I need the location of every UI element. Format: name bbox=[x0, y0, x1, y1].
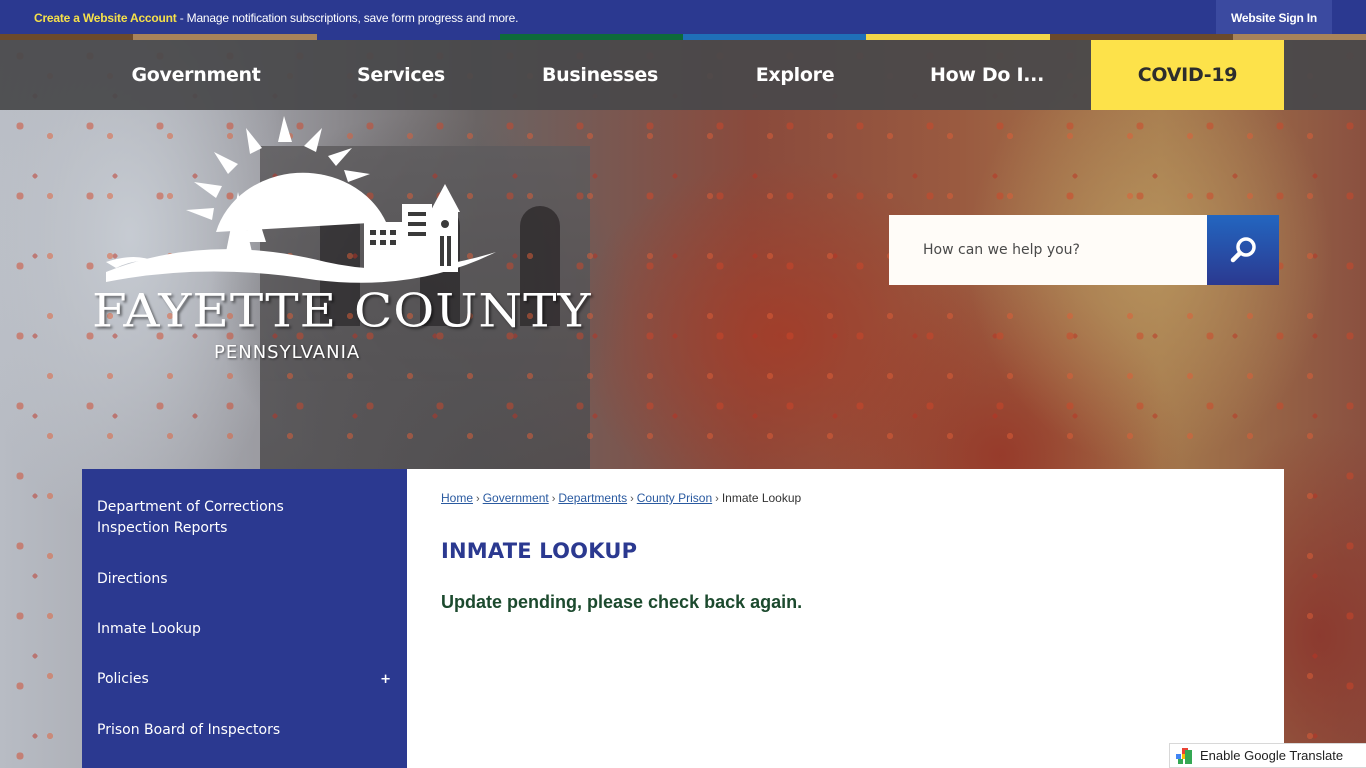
sidebar-item-inmate-lookup[interactable]: Inmate Lookup bbox=[97, 619, 397, 640]
account-message-text: - Manage notification subscriptions, sav… bbox=[176, 11, 519, 25]
website-sign-in-button[interactable]: Website Sign In bbox=[1216, 0, 1332, 36]
google-translate-button[interactable]: Enable Google Translate bbox=[1169, 743, 1366, 768]
nav-government[interactable]: Government bbox=[106, 40, 286, 110]
logo-emblem-icon bbox=[106, 116, 496, 283]
sidebar-item-policies[interactable]: Policies bbox=[97, 669, 397, 690]
logo-county-name: FAYETTE COUNTY bbox=[92, 284, 592, 338]
translate-label: Enable Google Translate bbox=[1200, 748, 1344, 763]
page-title: INMATE LOOKUP bbox=[441, 539, 638, 563]
nav-services[interactable]: Services bbox=[311, 40, 491, 110]
main-navigation: Government Services Businesses Explore H… bbox=[0, 40, 1366, 110]
breadcrumb-county-prison[interactable]: County Prison bbox=[637, 491, 712, 505]
site-search bbox=[889, 215, 1279, 285]
logo-state-name: PENNSYLVANIA bbox=[214, 342, 361, 363]
breadcrumb-home[interactable]: Home bbox=[441, 491, 473, 505]
breadcrumb-separator: › bbox=[476, 493, 480, 505]
sidebar-navigation: Department of Corrections Inspection Rep… bbox=[82, 469, 407, 768]
breadcrumb-separator: › bbox=[630, 493, 634, 505]
create-account-link[interactable]: Create a Website Account bbox=[34, 11, 177, 25]
breadcrumb-current: Inmate Lookup bbox=[721, 491, 802, 505]
utility-bar: Create a Website Account - Manage notifi… bbox=[0, 0, 1366, 36]
breadcrumb-separator: › bbox=[715, 493, 719, 505]
account-message: Create a Website Account - Manage notifi… bbox=[34, 11, 518, 25]
search-icon bbox=[1230, 237, 1256, 263]
nav-businesses[interactable]: Businesses bbox=[510, 40, 690, 110]
sidebar-item-doc-inspection-reports[interactable]: Department of Corrections Inspection Rep… bbox=[97, 497, 307, 539]
sidebar-item-prison-board[interactable]: Prison Board of Inspectors bbox=[97, 720, 397, 741]
nav-how-do-i[interactable]: How Do I... bbox=[897, 40, 1077, 110]
breadcrumb: Home › Government › Departments › County Priso… bbox=[441, 491, 801, 505]
update-notice: Update pending, please check back again. bbox=[441, 592, 803, 612]
sidebar-item-directions[interactable]: Directions bbox=[97, 569, 397, 590]
breadcrumb-separator: › bbox=[551, 493, 556, 505]
search-button[interactable] bbox=[1207, 215, 1279, 285]
breadcrumb-government[interactable]: Government bbox=[483, 491, 549, 505]
search-input[interactable] bbox=[889, 215, 1207, 285]
nav-explore[interactable]: Explore bbox=[705, 40, 885, 110]
expand-plus-icon[interactable]: + bbox=[380, 672, 391, 687]
breadcrumb-departments[interactable]: Departments bbox=[558, 491, 627, 505]
fayette-county-logo[interactable]: FAYETTE COUNTY PENNSYLVANIA bbox=[86, 112, 590, 368]
nav-covid-19[interactable]: COVID-19 bbox=[1091, 40, 1284, 110]
google-logo-icon bbox=[1176, 747, 1192, 764]
main-content: Home › Government › Departments › County Priso… bbox=[407, 469, 1284, 768]
